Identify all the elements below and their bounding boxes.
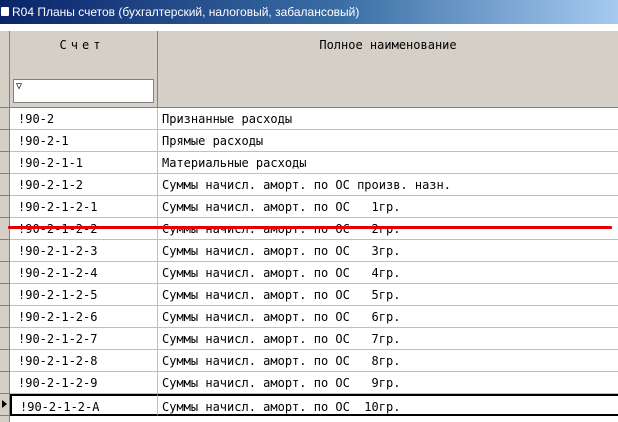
full-name-cell[interactable]: Суммы начисл. аморт. по ОС 10гр. — [158, 394, 618, 416]
full-name-cell[interactable]: Суммы начисл. аморт. по ОС 8гр. — [158, 350, 618, 372]
account-filter-input[interactable]: ▽ — [13, 79, 154, 103]
account-cell[interactable]: !90-2-1-2-8 — [10, 350, 158, 372]
column-header-full-name[interactable]: Полное наименование — [158, 31, 618, 108]
account-cell[interactable]: !90-2-1 — [10, 130, 158, 152]
accounts-grid[interactable]: Счет ▽ Полное наименование !90-2 Признанн… — [0, 31, 618, 422]
row-indicator[interactable] — [0, 328, 10, 350]
row-indicator[interactable] — [0, 262, 10, 284]
full-name-cell[interactable]: Суммы начисл. аморт. по ОС 4гр. — [158, 262, 618, 284]
full-name-cell[interactable]: Суммы начисл. аморт. по ОС 1гр. — [158, 196, 618, 218]
full-name-cell[interactable]: Материальные расходы — [158, 152, 618, 174]
column-header-account-label: Счет — [59, 38, 105, 52]
account-cell[interactable]: !90-2-1-2-2 — [10, 218, 158, 240]
account-cell[interactable]: !90-2-1-2-4 — [10, 262, 158, 284]
account-cell[interactable]: !90-2-1-1 — [10, 152, 158, 174]
row-indicator[interactable] — [0, 218, 10, 240]
row-indicator[interactable] — [0, 174, 10, 196]
row-indicator[interactable] — [0, 196, 10, 218]
row-indicator[interactable] — [0, 306, 10, 328]
current-row-arrow-icon — [2, 400, 7, 408]
account-cell[interactable]: !90-2 — [10, 108, 158, 130]
column-header-account[interactable]: Счет ▽ — [10, 31, 158, 108]
filter-triangle-icon: ▽ — [16, 81, 23, 92]
account-cell[interactable]: !90-2-1-2-7 — [10, 328, 158, 350]
account-cell[interactable]: !90-2-1-2-9 — [10, 372, 158, 394]
full-name-cell[interactable]: Суммы начисл. аморт. по ОС 7гр. — [158, 328, 618, 350]
row-indicator[interactable] — [0, 394, 10, 416]
full-name-cell[interactable]: Прямые расходы — [158, 130, 618, 152]
full-name-cell[interactable]: Признанные расходы — [158, 108, 618, 130]
window-icon[interactable] — [1, 7, 9, 16]
full-name-cell[interactable]: Суммы начисл. аморт. по ОС 2гр. — [158, 218, 618, 240]
column-header-full-name-label: Полное наименование — [319, 38, 457, 52]
full-name-cell[interactable]: Суммы начисл. аморт. по ОС 5гр. — [158, 284, 618, 306]
full-name-cell[interactable]: Суммы начисл. аморт. по ОС 6гр. — [158, 306, 618, 328]
account-cell[interactable]: !90-2-1-2-5 — [10, 284, 158, 306]
window-title: R04 Планы счетов (бухгалтерский, налогов… — [12, 5, 360, 19]
row-indicator[interactable] — [0, 108, 10, 130]
full-name-cell[interactable]: Суммы начисл. аморт. по ОС произв. назн. — [158, 174, 618, 196]
row-indicator[interactable] — [0, 130, 10, 152]
red-underline-annotation — [8, 226, 612, 229]
account-cell[interactable]: !90-2-1-2-1 — [10, 196, 158, 218]
account-cell[interactable]: !90-2-1-2 — [10, 174, 158, 196]
full-name-cell[interactable]: Суммы начисл. аморт. по ОС 3гр. — [158, 240, 618, 262]
full-name-cell[interactable]: Суммы начисл. аморт. по ОС 9гр. — [158, 372, 618, 394]
indicator-header — [0, 31, 10, 108]
row-indicator[interactable] — [0, 240, 10, 262]
row-indicator[interactable] — [0, 152, 10, 174]
row-indicator[interactable] — [0, 350, 10, 372]
account-cell[interactable]: !90-2-1-2-А — [10, 394, 158, 416]
window-titlebar[interactable]: R04 Планы счетов (бухгалтерский, налогов… — [0, 0, 618, 24]
row-indicator[interactable] — [0, 372, 10, 394]
row-indicator[interactable] — [0, 284, 10, 306]
account-cell[interactable]: !90-2-1-2-3 — [10, 240, 158, 262]
account-cell[interactable]: !90-2-1-2-6 — [10, 306, 158, 328]
